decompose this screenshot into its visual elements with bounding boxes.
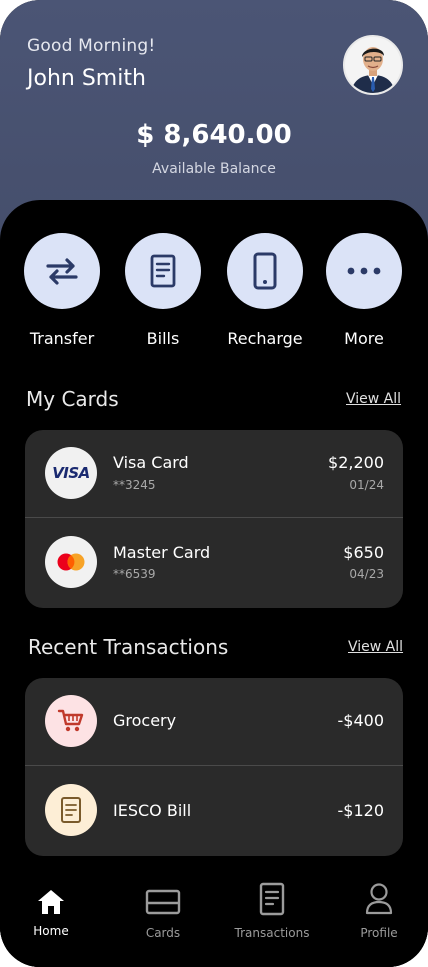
tab-cards[interactable]: Cards: [113, 880, 213, 940]
tab-home[interactable]: Home: [1, 880, 101, 938]
cards-view-all-link[interactable]: View All: [346, 391, 401, 407]
transfer-button[interactable]: Transfer: [17, 233, 107, 348]
profile-icon: [329, 880, 428, 916]
visa-logo-text: VISA: [52, 464, 90, 482]
balance-amount: $ 8,640.00: [136, 120, 292, 150]
visa-logo-icon: VISA: [45, 447, 97, 499]
greeting-text: Good Morning!: [27, 36, 156, 56]
avatar[interactable]: [343, 35, 403, 95]
my-cards-title: My Cards: [26, 387, 119, 411]
receipt-icon: [61, 797, 81, 823]
bills-action-circle[interactable]: [125, 233, 201, 309]
tab-profile-label: Profile: [360, 926, 398, 940]
divider: [25, 765, 403, 766]
phone-screen: Good Morning! John Smith $ 8,640.00 Avai…: [0, 0, 428, 967]
balance-label: Available Balance: [152, 161, 276, 177]
transfer-action-circle[interactable]: [24, 233, 100, 309]
transaction-row-iesco-bill[interactable]: IESCO Bill -$120: [25, 767, 403, 856]
divider: [25, 517, 403, 518]
transaction-row-grocery[interactable]: Grocery -$400: [25, 678, 403, 767]
mastercard-logo-icon: [45, 536, 97, 588]
card-row-mastercard[interactable]: Master Card **6539 $650 04/23: [25, 519, 403, 608]
card-number: **3245: [113, 478, 156, 492]
card-expiry: 04/23: [349, 567, 384, 581]
card-row-visa[interactable]: VISA Visa Card **3245 $2,200 01/24: [25, 430, 403, 519]
recharge-action-circle[interactable]: [227, 233, 303, 309]
transaction-name: Grocery: [113, 711, 177, 730]
transactions-list: Grocery -$400 IESCO Bill -$120: [25, 678, 403, 856]
transfer-icon: [46, 258, 78, 285]
more-icon: [347, 267, 381, 275]
card-icon: [113, 880, 213, 916]
bills-label: Bills: [146, 329, 180, 348]
more-label: More: [344, 329, 384, 348]
tab-home-label: Home: [33, 924, 69, 938]
card-name: Visa Card: [113, 453, 189, 472]
recent-transactions-title: Recent Transactions: [28, 635, 229, 659]
transaction-amount: -$400: [337, 711, 385, 730]
home-icon: [1, 880, 101, 916]
bottom-tab-bar: Home Cards Transactions Profile: [0, 868, 428, 967]
recharge-label: Recharge: [227, 329, 303, 348]
tab-profile[interactable]: Profile: [329, 880, 428, 940]
card-name: Master Card: [113, 543, 211, 562]
tab-transactions[interactable]: Transactions: [222, 880, 322, 940]
transaction-name: IESCO Bill: [113, 801, 192, 820]
more-button[interactable]: More: [319, 233, 409, 348]
bills-button[interactable]: Bills: [118, 233, 208, 348]
content-area: Transfer Bills Recharge More My Cards Vi…: [0, 200, 428, 967]
card-expiry: 01/24: [349, 478, 384, 492]
tab-transactions-label: Transactions: [234, 926, 310, 940]
phone-icon: [253, 252, 277, 290]
shopping-cart-icon: [57, 709, 84, 732]
card-balance: $2,200: [328, 453, 384, 472]
card-number: **6539: [113, 567, 156, 581]
bill-icon: [150, 254, 176, 288]
document-icon: [222, 880, 322, 916]
tab-cards-label: Cards: [145, 926, 181, 940]
user-name: John Smith: [27, 66, 146, 91]
transaction-amount: -$120: [337, 801, 385, 820]
recharge-button[interactable]: Recharge: [220, 233, 310, 348]
card-balance: $650: [343, 543, 384, 562]
transactions-view-all-link[interactable]: View All: [348, 639, 403, 655]
bill-icon-badge: [45, 784, 97, 836]
mastercard-circles-icon: [57, 553, 85, 571]
avatar-portrait-icon: [345, 37, 401, 93]
transfer-label: Transfer: [29, 329, 95, 348]
grocery-icon-badge: [45, 695, 97, 747]
cards-list: VISA Visa Card **3245 $2,200 01/24 Maste…: [25, 430, 403, 608]
more-action-circle[interactable]: [326, 233, 402, 309]
